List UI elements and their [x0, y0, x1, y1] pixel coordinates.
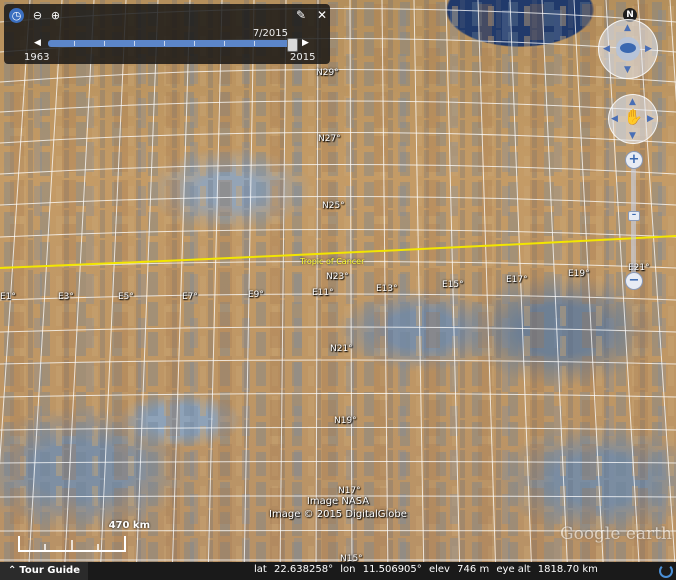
close-icon[interactable]: ✕	[317, 8, 327, 22]
lon-label-e3: E3°	[58, 292, 74, 302]
timeline-tick	[164, 41, 165, 46]
lon-label-e5: E5°	[118, 292, 134, 302]
elev-value: 746 m	[457, 564, 490, 575]
timeline-tick	[104, 41, 105, 46]
zoom-out-button[interactable]: −	[625, 272, 643, 290]
lat-label-n19: N19°	[334, 416, 357, 426]
step-back-icon[interactable]: ◀	[34, 38, 41, 48]
lat-label-n23: N23°	[326, 272, 349, 282]
lon-label-e11: E11°	[312, 288, 334, 298]
tour-guide-label: Tour Guide	[19, 565, 80, 576]
loading-spinner-icon	[659, 564, 673, 578]
look-right-arrow-icon[interactable]: ▶	[645, 44, 652, 54]
eye-alt-label: eye alt	[496, 564, 531, 575]
eye-alt-value: 1818.70 km	[537, 564, 598, 575]
eye-icon	[620, 43, 636, 53]
timeline-slider-thumb[interactable]	[287, 38, 298, 52]
lat-label-n21: N21°	[330, 344, 353, 354]
lon-label-e19: E19°	[568, 269, 590, 279]
timeline-tick	[194, 41, 195, 46]
scale-legend: 470 km	[18, 520, 150, 552]
attribution-line-2: Image © 2015 DigitalGlobe	[269, 509, 407, 520]
timeline-track[interactable]	[48, 40, 298, 47]
hand-icon: ✋	[624, 108, 643, 126]
zoom-slider-thumb[interactable]: –	[628, 211, 640, 221]
lon-label-e15: E15°	[442, 280, 464, 290]
lon-label-e7: E7°	[182, 292, 198, 302]
zoom-out-icon[interactable]: ⊖	[30, 8, 45, 23]
lon-label-e17: E17°	[506, 275, 528, 285]
move-down-arrow-icon[interactable]: ▼	[629, 131, 636, 141]
scale-label: 470 km	[108, 520, 150, 531]
lon-label-e9: E9°	[248, 290, 264, 300]
attribution-line-1: Image NASA	[306, 496, 370, 507]
tour-guide-button[interactable]: ⌃ Tour Guide	[0, 562, 88, 580]
timeline-tick	[224, 41, 225, 46]
lon-label-e13: E13°	[376, 284, 398, 294]
lon-value: 11.506905°	[362, 564, 422, 575]
lat-label-n27: N27°	[318, 134, 341, 144]
clock-icon[interactable]: ◷	[9, 8, 24, 23]
look-around-control[interactable]: ▲ ▼ ◀ ▶	[598, 19, 658, 79]
tropic-of-cancer-label: Tropic of Cancer	[300, 257, 365, 266]
timeline-tick	[134, 41, 135, 46]
move-control[interactable]: ▲ ▼ ◀ ▶ ✋	[608, 94, 658, 144]
historical-imagery-timebar: ◷ ⊖ ⊕ ✎ ✕ 7/2015 ◀ ▶ 1963 2015	[4, 4, 330, 64]
look-left-arrow-icon[interactable]: ◀	[603, 44, 610, 54]
move-right-arrow-icon[interactable]: ▶	[647, 114, 654, 124]
lat-label-n25: N25°	[322, 201, 345, 211]
google-earth-logo: Google earth	[560, 524, 672, 544]
lat-value: 22.638258°	[274, 564, 334, 575]
lat-label: lat	[254, 564, 267, 575]
timeline-tick	[254, 41, 255, 46]
lat-label-n29: N29°	[316, 68, 339, 78]
coordinates-readout: lat 22.638258° lon 11.506905° elev 746 m…	[254, 564, 602, 575]
imagery-attribution: Image NASA Image © 2015 DigitalGlobe	[0, 495, 676, 521]
move-up-arrow-icon[interactable]: ▲	[629, 97, 636, 107]
timeline-tick	[74, 41, 75, 46]
scale-bar	[18, 536, 126, 552]
look-up-arrow-icon[interactable]: ▲	[624, 23, 631, 33]
wrench-icon[interactable]: ✎	[296, 8, 306, 22]
lon-label-e1: E1°	[0, 292, 16, 302]
zoom-slider-track[interactable]	[631, 168, 636, 278]
timeline-start-year: 1963	[24, 52, 50, 63]
elev-label: elev	[428, 564, 450, 575]
timeline-end-year: 2015	[290, 52, 316, 63]
step-forward-icon[interactable]: ▶	[302, 38, 309, 48]
look-down-arrow-icon[interactable]: ▼	[624, 65, 631, 75]
zoom-in-icon[interactable]: ⊕	[48, 8, 63, 23]
lon-label: lon	[340, 564, 356, 575]
zoom-in-button[interactable]: +	[625, 151, 643, 169]
satellite-map-view[interactable]: Tropic of Cancer N29° N27° N25° N23° N21…	[0, 0, 676, 580]
move-left-arrow-icon[interactable]: ◀	[611, 114, 618, 124]
current-date-label: 7/2015	[252, 28, 288, 39]
chevron-up-icon: ⌃	[8, 565, 17, 576]
